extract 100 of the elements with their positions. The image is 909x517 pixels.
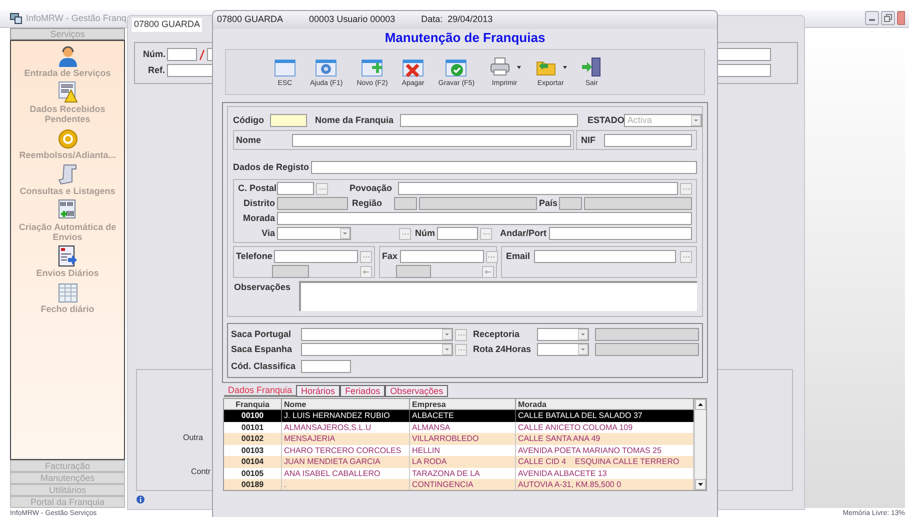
table-row[interactable]: 00103 CHARO TERCERO CORCOLES HELLIN AVENIDA POETA MARIANO TOMAS 25 <box>224 444 694 456</box>
minimize-icon <box>869 19 875 21</box>
input-field[interactable] <box>311 161 697 174</box>
table-row[interactable]: 00105 ANA ISABEL CABALLERO TARAZONA DE LA AVENIDA ALBACETE 13 <box>224 468 694 479</box>
input-field[interactable] <box>272 265 309 278</box>
table-row[interactable]: 00100 J. LUIS HERNANDEZ RUBIO ALBACETE CALLE BATALLA DEL SALADO 37 <box>224 410 694 422</box>
field-label: Telefone <box>236 252 272 261</box>
field-label: Rota 24Horas <box>473 345 532 354</box>
input-field[interactable] <box>534 250 676 263</box>
field-label: Cód. Classifica <box>231 362 297 371</box>
field-label: Núm. <box>143 50 165 59</box>
back-button[interactable] <box>482 266 494 278</box>
field-label: Saca Espanha <box>231 345 294 354</box>
field-label: Contr <box>191 466 211 478</box>
lookup-button[interactable] <box>680 250 692 262</box>
lookup-button[interactable] <box>480 228 492 240</box>
computer-icon <box>10 13 22 24</box>
field-label: Observações <box>234 283 291 294</box>
header-info: 07800 GUARDA <box>217 13 284 26</box>
column-header[interactable]: Franquia <box>224 399 282 409</box>
scrollbar[interactable] <box>694 399 706 490</box>
input-field[interactable] <box>277 212 692 225</box>
field-label: Dados de Registo <box>233 163 310 172</box>
column-header[interactable]: Nome <box>282 399 410 409</box>
input-field[interactable] <box>595 328 699 341</box>
dropdown-arrow-icon <box>562 66 567 68</box>
table-cell: . <box>282 479 410 490</box>
field-label: C. Postal <box>238 184 275 193</box>
lookup-button[interactable] <box>399 228 411 240</box>
header-info: 00003 Usuario 00003 <box>309 13 396 26</box>
dropdown[interactable] <box>301 343 453 356</box>
input-field[interactable] <box>274 250 358 263</box>
table-cell: CONTINGENCIA <box>410 479 516 490</box>
left-arrow-icon <box>363 270 369 274</box>
scroll-icon <box>58 163 78 185</box>
dialog-title: Manutenção de Franquias <box>384 29 546 47</box>
column-header[interactable]: Empresa <box>410 399 516 409</box>
save-icon <box>445 57 468 77</box>
back-button[interactable] <box>360 266 372 278</box>
field-label: Nome <box>236 136 262 144</box>
notes-field[interactable] <box>298 281 697 311</box>
field-label: Morada <box>242 214 275 223</box>
field-label: Núm <box>414 229 435 238</box>
input-field[interactable] <box>292 134 571 146</box>
input-field[interactable] <box>604 134 692 146</box>
field-label: Região <box>350 199 382 208</box>
scroll-down-icon[interactable] <box>695 479 706 490</box>
tab[interactable]: Horários <box>296 385 340 397</box>
restore-button[interactable] <box>881 11 895 25</box>
lookup-button[interactable] <box>680 182 692 194</box>
field-label: Ref. <box>146 66 165 75</box>
tab[interactable]: Observações <box>385 385 448 397</box>
printer-icon <box>488 57 511 77</box>
field-label: Outra <box>183 432 204 444</box>
input-field[interactable] <box>584 197 692 210</box>
field-label: Email <box>506 252 530 261</box>
input-field[interactable] <box>400 250 484 263</box>
input-field[interactable] <box>167 48 197 61</box>
table-row[interactable]: 00102 MENSAJERIA VILLARROBLEDO CALLE SANTA ANA 49 <box>224 433 694 444</box>
dropdown[interactable] <box>301 328 453 341</box>
left-arrow-icon <box>485 270 491 274</box>
field-label: Nome da Franquia <box>315 116 394 124</box>
help-icon <box>315 57 338 77</box>
coin-icon <box>58 129 78 149</box>
dropdown[interactable] <box>277 227 351 240</box>
input-field[interactable] <box>270 114 307 126</box>
field-label: Receptoria <box>473 330 521 339</box>
field-label: ESTADO <box>588 116 624 124</box>
lookup-button[interactable] <box>455 344 467 356</box>
info-icon <box>136 495 145 504</box>
table-cell: 00189 <box>224 479 282 490</box>
field-label: Saca Portugal <box>231 330 292 339</box>
input-field[interactable] <box>400 114 578 126</box>
add-icon <box>361 57 384 77</box>
input-field[interactable] <box>396 265 431 278</box>
table-row[interactable]: 00101 ALMANSAJEROS,S.L.U ALMANSA CALLE ANICETO COLOMA 109 <box>224 422 694 433</box>
input-field[interactable] <box>437 227 478 240</box>
dropdown[interactable] <box>537 328 589 341</box>
table-row[interactable]: 00104 JUAN MENDIETA GARCIA LA RODA CALLE CID 4 ESQUINA CALLE TERRERO <box>224 456 694 468</box>
document-warning-icon <box>58 81 78 103</box>
dropdown[interactable] <box>537 343 589 356</box>
field-label: Código <box>233 116 264 124</box>
field-label: NIF <box>581 136 596 144</box>
tab[interactable]: Feriados <box>340 385 386 397</box>
input-field[interactable] <box>398 182 678 195</box>
input-field[interactable] <box>301 360 351 373</box>
lookup-button[interactable] <box>486 250 498 262</box>
lookup-button[interactable] <box>316 182 328 194</box>
lookup-button[interactable] <box>455 328 467 340</box>
exit-door-icon <box>580 57 603 77</box>
input-field[interactable] <box>595 343 699 356</box>
scroll-up-icon[interactable] <box>695 399 706 410</box>
input-field[interactable] <box>277 182 314 195</box>
field-label: Fax <box>382 252 398 261</box>
field-label: País <box>539 199 557 208</box>
lookup-button[interactable] <box>360 250 372 262</box>
input-field[interactable] <box>419 197 537 210</box>
minimize-button[interactable] <box>865 11 879 25</box>
table-row[interactable]: 00189 . CONTINGENCIA AUTOVIA A-31, KM.85,500 0 <box>224 479 694 490</box>
input-field[interactable] <box>548 227 692 240</box>
